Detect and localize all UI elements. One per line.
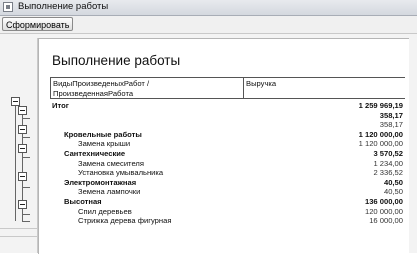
row-value: 40,50: [383, 177, 403, 187]
report-row-total[interactable]: Итог 1 259 969,19: [50, 101, 405, 111]
row-label: Земена лампочки: [78, 187, 141, 197]
outline-tick: [22, 157, 30, 158]
toolbar: Сформировать: [0, 16, 417, 34]
row-value: 120 000,00: [364, 206, 403, 216]
outline-tick: [22, 137, 30, 138]
row-label: Электромонтажная: [64, 177, 137, 187]
outline-tick: [22, 214, 30, 215]
collapse-group-icon[interactable]: [18, 200, 27, 209]
row-value: 3 570,52: [373, 148, 403, 158]
outline-separator: [0, 228, 37, 229]
row-value: 1 259 969,19: [358, 101, 403, 110]
row-value: 1 234,00: [373, 158, 403, 168]
collapse-group-icon[interactable]: [18, 106, 27, 115]
row-label: Замена крыши: [78, 139, 131, 149]
row-value: 136 000,00: [364, 196, 403, 206]
collapse-total-icon[interactable]: [11, 97, 20, 106]
work-column-header-line1: ВидыПроизведеныхРабот /: [53, 79, 150, 88]
row-value: 2 336,52: [373, 168, 403, 178]
report-row-item[interactable]: Земена лампочки 40,50: [50, 187, 405, 197]
report-sheet: Выполнение работы ВидыПроизведеныхРабот …: [38, 38, 409, 254]
row-value: 1 120 000,00: [358, 129, 403, 139]
collapse-group-icon[interactable]: [18, 125, 27, 134]
row-value: 16 000,00: [369, 216, 403, 226]
report-column-headers: ВидыПроизведеныхРабот / ПроизведеннаяРаб…: [50, 77, 405, 99]
collapse-group-icon[interactable]: [18, 144, 27, 153]
report-row-item[interactable]: Спил деревьев 120 000,00: [50, 207, 405, 217]
outline-vertical-line: [15, 101, 16, 221]
row-label: Кровельные работы: [64, 129, 142, 139]
title-bar: Выполнение работы: [0, 0, 417, 16]
row-label: Сантехнические: [64, 148, 126, 158]
revenue-column-header: Выручка: [246, 79, 277, 88]
report-row-item[interactable]: 358,17: [50, 120, 405, 130]
work-column-header: ВидыПроизведеныхРабот / ПроизведеннаяРаб…: [51, 78, 244, 98]
report-frame: Выполнение работы ВидыПроизведеныхРабот …: [0, 34, 417, 254]
report-row-group[interactable]: Сантехнические 3 570,52: [50, 149, 405, 159]
row-label: Замена смесителя: [78, 158, 144, 168]
outline-tick: [22, 118, 30, 119]
report-title: Выполнение работы: [52, 53, 181, 68]
row-value: 40,50: [383, 187, 403, 197]
row-label: Стрижка дерева фигурная: [78, 216, 172, 226]
report-window: Выполнение работы Сформировать Выполнени…: [0, 0, 417, 254]
row-label: Установка умывальника: [78, 168, 164, 178]
report-row-group-empty[interactable]: 358,17: [50, 111, 405, 121]
report-row-item[interactable]: Стрижка дерева фигурная 16 000,00: [50, 216, 405, 226]
outline-separator: [0, 236, 37, 237]
row-value: 358,17: [379, 110, 403, 120]
outline-tick: [22, 187, 30, 188]
row-value: 1 120 000,00: [358, 139, 403, 149]
row-label: Итог: [52, 101, 69, 110]
collapse-group-icon[interactable]: [18, 172, 27, 181]
report-row-item[interactable]: Замена смесителя 1 234,00: [50, 159, 405, 169]
grouping-outline: [0, 0, 38, 253]
work-column-header-line2: ПроизведеннаяРабота: [53, 88, 134, 98]
report-rows: Итог 1 259 969,19 358,17 358,17 Кровельн…: [50, 101, 405, 226]
report-row-item[interactable]: Замена крыши 1 120 000,00: [50, 139, 405, 149]
report-row-item[interactable]: Установка умывальника 2 336,52: [50, 168, 405, 178]
report-row-group[interactable]: Кровельные работы 1 120 000,00: [50, 130, 405, 140]
report-row-group[interactable]: Электромонтажная 40,50: [50, 178, 405, 188]
report-row-group[interactable]: Высотная 136 000,00: [50, 197, 405, 207]
row-label: Высотная: [64, 196, 102, 206]
row-value: 358,17: [379, 120, 403, 130]
outline-tick: [22, 221, 30, 222]
row-label: Спил деревьев: [78, 206, 132, 216]
